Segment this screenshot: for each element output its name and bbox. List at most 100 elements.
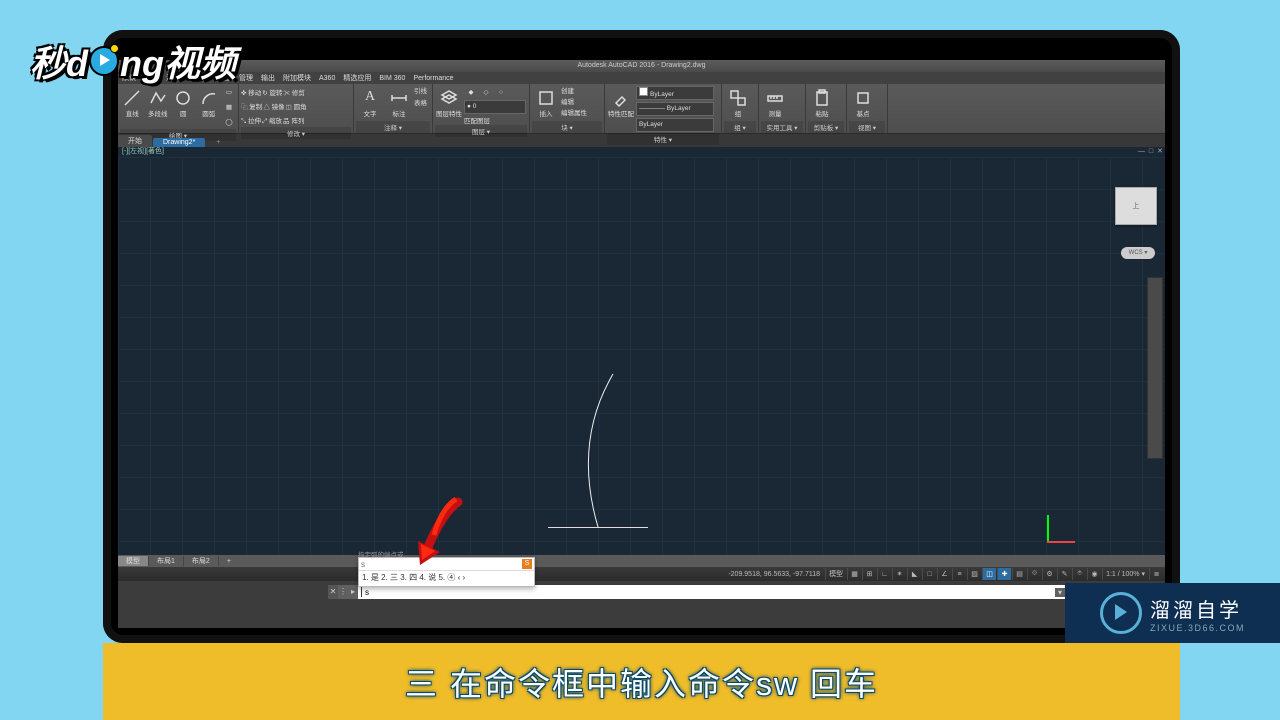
ribbon: 直线 多段线 圆 圆弧 ▭ ▦ ◯ 绘图 ▾ ✜ 移动↻ 旋转✂ 修剪 ⿻ 复制… [118, 84, 1165, 134]
drawing-canvas[interactable]: 上 WCS ▾ 指定弧的端点或 sS 1. 是 2. 三 3. 四 4. 说 5… [118, 157, 1165, 555]
panel-label-layers[interactable]: 图层 ▾ [435, 125, 527, 137]
tab-layout1[interactable]: 布局1 [149, 556, 184, 566]
status-scale[interactable]: 1:1 / 100% ▾ [1102, 568, 1148, 580]
circle-button[interactable]: 圆 [171, 85, 196, 121]
insertblock-button[interactable]: 插入 [532, 85, 560, 121]
hardware-accel-icon[interactable]: ◉ [1087, 568, 1101, 580]
lineweight-dropdown[interactable]: ByLayer [636, 118, 714, 132]
maximize-icon[interactable]: □ [1149, 147, 1153, 157]
isoplane-icon[interactable]: ◣ [907, 568, 921, 580]
tab-new[interactable]: + [206, 138, 230, 147]
command-line[interactable]: ✕ ⋮ ▸ ▾ [328, 585, 1065, 599]
cmdline-close-icon[interactable]: ✕ [328, 585, 338, 599]
brand-watermark: 溜溜自学 ZIXUE.3D66.COM [1065, 583, 1280, 643]
status-coords: -209.9518, 96.5633, -97.7118 [724, 571, 824, 578]
annotation-monitor-icon[interactable]: ✎ [1057, 568, 1071, 580]
text-button[interactable]: A文字 [356, 85, 384, 121]
customize-icon[interactable]: ≣ [1149, 568, 1163, 580]
selection-cycle-icon[interactable]: ◫ [982, 568, 996, 580]
viewport-label[interactable]: [-][左视][著色] —□✕ [118, 147, 1165, 157]
layer-icon3[interactable]: ○ [494, 85, 508, 99]
status-modelspace[interactable]: 模型 [825, 568, 846, 580]
ime-candidates[interactable]: 1. 是 2. 三 3. 四 4. 说 5. ④ ‹ › [359, 571, 534, 584]
editattr-button[interactable]: 编辑属性 [561, 107, 587, 117]
annoscale-icon[interactable]: ⟐ [1027, 568, 1041, 580]
linetype-dropdown[interactable]: ———— ByLayer [636, 102, 714, 116]
command-input[interactable] [362, 588, 1055, 597]
menu-manage[interactable]: 管理 [239, 73, 253, 83]
viewcube[interactable]: 上 [1115, 187, 1157, 225]
snap-toggle-icon[interactable]: ⊞ [862, 568, 876, 580]
layer-dropdown[interactable]: ● 0 [464, 100, 526, 114]
panel-label-modify[interactable]: 修改 ▾ [241, 127, 351, 139]
color-dropdown[interactable]: ByLayer [636, 86, 714, 100]
dynamic-input-icon[interactable]: ✚ [997, 568, 1011, 580]
stretch-button[interactable]: ⤡ 拉伸 [241, 113, 261, 127]
mirror-button[interactable]: △ 镜像 [263, 99, 284, 113]
menu-output[interactable]: 输出 [261, 73, 275, 83]
arc-button[interactable]: 圆弧 [197, 85, 222, 121]
cmdline-recent-icon[interactable]: ▾ [1055, 588, 1065, 597]
panel-label-group[interactable]: 组 ▾ [724, 121, 756, 133]
tab-start[interactable]: 开始 [118, 135, 152, 147]
group-button[interactable]: 组 [724, 85, 752, 121]
ellipse-icon[interactable]: ◯ [222, 115, 236, 129]
matchlayer-button[interactable]: 匹配图层 [464, 115, 526, 125]
layer-icon2[interactable]: ◇ [479, 85, 493, 99]
menu-a360[interactable]: A360 [319, 75, 335, 82]
polar-toggle-icon[interactable]: ✶ [892, 568, 906, 580]
measure-button[interactable]: 测量 [761, 85, 789, 121]
trim-button[interactable]: ✂ 修剪 [284, 85, 305, 99]
tab-layout2[interactable]: 布局2 [184, 556, 219, 566]
leader-button[interactable]: 引线 [414, 85, 427, 95]
ortho-toggle-icon[interactable]: ∟ [877, 568, 891, 580]
table-button[interactable]: 表格 [414, 97, 427, 107]
panel-label-util[interactable]: 实用工具 ▾ [761, 121, 803, 133]
panel-label-clip[interactable]: 剪贴板 ▾ [808, 121, 844, 133]
menu-addins[interactable]: 附加模块 [283, 73, 311, 83]
lineweight-toggle-icon[interactable]: ≡ [952, 568, 966, 580]
scale-button[interactable]: ⤢ 缩放 [262, 113, 282, 127]
grid-toggle-icon[interactable]: ▦ [847, 568, 861, 580]
quickprops-icon[interactable]: ▤ [1012, 568, 1026, 580]
layer-icon[interactable]: ◆ [464, 85, 478, 99]
move-button[interactable]: ✜ 移动 [241, 85, 261, 99]
ribbon-tabstrip[interactable]: 默认 插入 注释 参数化 视图 管理 输出 附加模块 A360 精选应用 BIM… [118, 72, 1165, 84]
cmdline-handle-icon[interactable]: ⋮ [338, 585, 348, 599]
line-button[interactable]: 直线 [120, 85, 145, 121]
wcs-tag[interactable]: WCS ▾ [1121, 247, 1155, 259]
transparency-icon[interactable]: ▨ [967, 568, 981, 580]
osnap-toggle-icon[interactable]: □ [922, 568, 936, 580]
units-icon[interactable]: ⌾ [1072, 568, 1086, 580]
panel-label-props[interactable]: 特性 ▾ [607, 133, 719, 145]
otrack-icon[interactable]: ∠ [937, 568, 951, 580]
hatch-icon[interactable]: ▦ [222, 100, 236, 114]
menu-featured[interactable]: 精选应用 [343, 73, 371, 83]
paste-button[interactable]: 粘贴 [808, 85, 836, 121]
editblock-button[interactable]: 编辑 [561, 96, 587, 106]
panel-label-view[interactable]: 视图 ▾ [849, 121, 885, 133]
menu-bim360[interactable]: BIM 360 [379, 75, 405, 82]
minimize-icon[interactable]: — [1138, 147, 1145, 157]
copy-button[interactable]: ⿻ 复制 [241, 99, 262, 113]
rotate-button[interactable]: ↻ 旋转 [262, 85, 282, 99]
createblock-button[interactable]: 创建 [561, 85, 587, 95]
close-icon[interactable]: ✕ [1157, 147, 1163, 157]
panel-label-annotate[interactable]: 注释 ▾ [356, 121, 430, 133]
matchprops-button[interactable]: 特性匹配 [607, 85, 635, 121]
brand-play-icon [1100, 592, 1142, 634]
array-button[interactable]: 品 阵列 [283, 113, 304, 127]
tab-addlayout[interactable]: + [219, 558, 239, 565]
tab-model[interactable]: 模型 [118, 556, 149, 566]
navigation-bar[interactable] [1147, 277, 1163, 459]
tab-drawing2[interactable]: Drawing2* [153, 138, 205, 147]
basepoint-button[interactable]: 基点 [849, 85, 877, 121]
rect-icon[interactable]: ▭ [222, 85, 236, 99]
menu-performance[interactable]: Performance [413, 75, 453, 82]
workspace-icon[interactable]: ⚙ [1042, 568, 1056, 580]
polyline-button[interactable]: 多段线 [146, 85, 171, 121]
fillet-button[interactable]: ◫ 圆角 [286, 99, 307, 113]
layerprops-button[interactable]: 图层特性 [435, 85, 463, 121]
panel-label-block[interactable]: 块 ▾ [532, 121, 602, 133]
dimension-button[interactable]: 标注 [385, 85, 413, 121]
